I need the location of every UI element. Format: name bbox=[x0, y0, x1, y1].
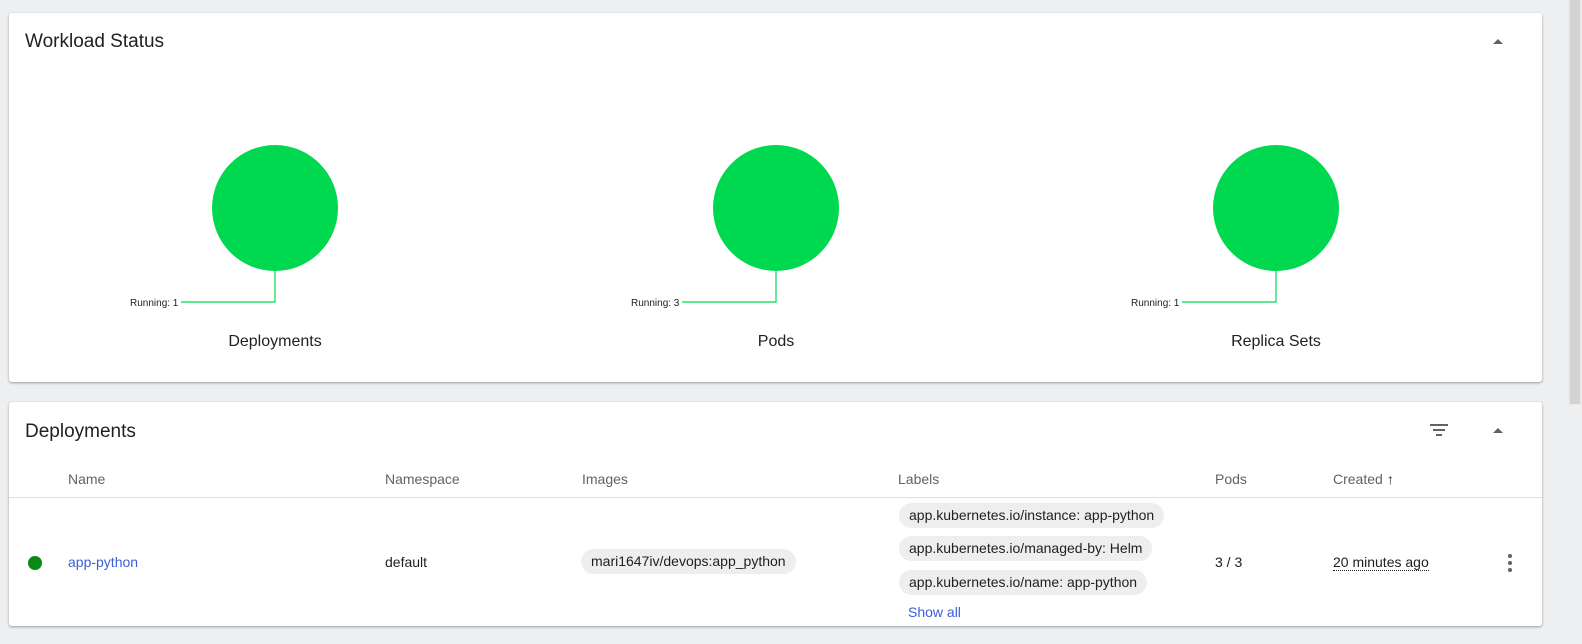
arrow-drop-up-icon[interactable] bbox=[1484, 416, 1512, 444]
pods-leader-line bbox=[682, 271, 777, 303]
replica-sets-running-label: Running: 1 bbox=[1131, 298, 1180, 309]
pods-chart[interactable]: Running: 3 bbox=[631, 145, 839, 309]
page-scrollbar-thumb[interactable] bbox=[1570, 0, 1580, 404]
deployment-name-link[interactable]: app-python bbox=[68, 554, 138, 570]
deployment-created-wrap: 20 minutes ago bbox=[1333, 554, 1429, 571]
pods-pie bbox=[713, 145, 839, 271]
column-header-pods: Pods bbox=[1215, 471, 1247, 487]
status-ok-icon bbox=[28, 556, 42, 570]
deployment-namespace: default bbox=[385, 554, 428, 570]
column-header-name[interactable]: Name bbox=[68, 471, 105, 487]
deployment-created-time[interactable]: 20 minutes ago bbox=[1333, 554, 1429, 571]
deployments-chart[interactable]: Running: 1 bbox=[130, 145, 338, 309]
deployments-title: Deployments bbox=[25, 421, 136, 442]
workload-status-card: Workload Status Running: 1 Running: 3 Ru… bbox=[9, 13, 1542, 382]
arrow-upward-icon: ↑ bbox=[1386, 471, 1394, 487]
more-vert-icon[interactable] bbox=[1500, 552, 1520, 574]
column-header-created[interactable]: Created ↑ bbox=[1333, 471, 1394, 487]
column-header-labels: Labels bbox=[898, 471, 940, 487]
table-header-divider bbox=[9, 497, 1542, 498]
label-chip-name: app.kubernetes.io/name: app-python bbox=[899, 570, 1148, 595]
column-header-namespace[interactable]: Namespace bbox=[385, 471, 460, 487]
column-header-images: Images bbox=[582, 471, 628, 487]
deployments-leader-line bbox=[181, 271, 276, 303]
filter-list-icon[interactable] bbox=[1425, 416, 1453, 444]
pods-running-label: Running: 3 bbox=[631, 298, 680, 309]
deployment-pods-count: 3 / 3 bbox=[1215, 554, 1243, 570]
deployments-card: Deployments Name Namespace Images Labels… bbox=[9, 402, 1542, 626]
image-chip: mari1647iv/devops:app_python bbox=[581, 549, 796, 574]
replica-sets-pie bbox=[1213, 145, 1339, 271]
show-all-labels-link[interactable]: Show all bbox=[908, 604, 961, 620]
label-chip-managed-by: app.kubernetes.io/managed-by: Helm bbox=[899, 536, 1153, 561]
deployments-running-label: Running: 1 bbox=[130, 298, 179, 309]
replica-sets-leader-line bbox=[1182, 271, 1277, 303]
workload-charts: Running: 1 Running: 3 Running: 1 bbox=[130, 145, 1339, 309]
pods-chart-title: Pods bbox=[757, 333, 795, 350]
deployments-chart-title: Deployments bbox=[228, 333, 322, 350]
label-chip-instance: app.kubernetes.io/instance: app-python bbox=[899, 503, 1165, 528]
deployments-pie bbox=[212, 145, 338, 271]
replica-sets-chart[interactable]: Running: 1 bbox=[1131, 145, 1339, 309]
page-scrollbar-track[interactable] bbox=[1568, 0, 1582, 405]
column-header-created-label: Created bbox=[1333, 471, 1383, 487]
replica-sets-chart-title: Replica Sets bbox=[1231, 333, 1321, 350]
